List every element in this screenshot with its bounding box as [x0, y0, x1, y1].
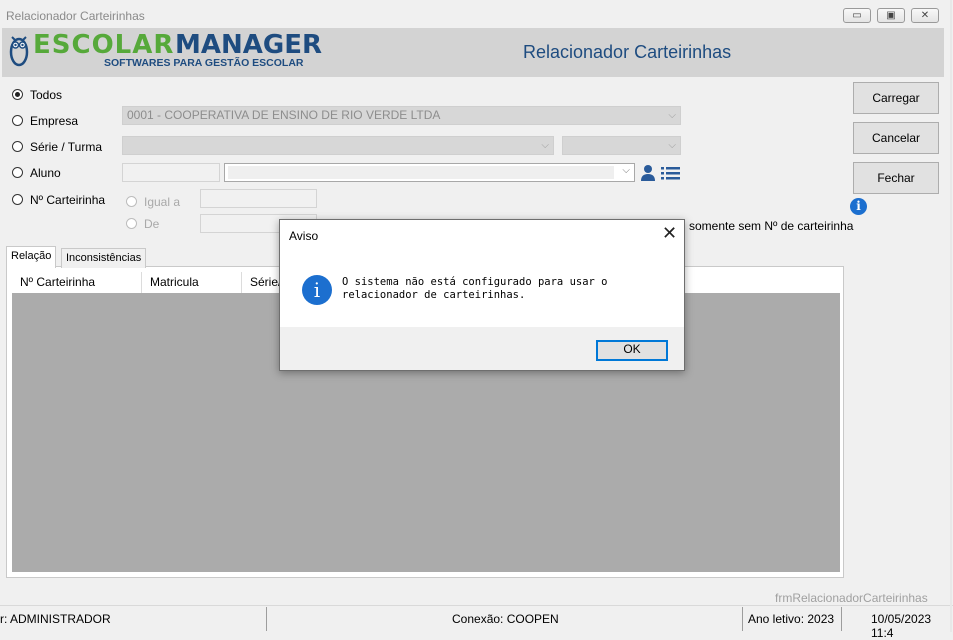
igual-a-input[interactable]	[200, 189, 317, 208]
radio-todos[interactable]	[12, 89, 23, 100]
radio-aluno-label: Aluno	[30, 166, 61, 180]
chevron-down-icon: ⌵	[622, 165, 630, 176]
radio-empresa[interactable]	[12, 115, 23, 126]
radio-de-label: De	[144, 217, 160, 231]
form-name-label: frmRelacionadorCarteirinhas	[775, 591, 928, 605]
column-matricula[interactable]: Matricula	[142, 272, 242, 293]
radio-serie-turma[interactable]	[12, 141, 23, 152]
chevron-down-icon: ⌵	[541, 140, 549, 151]
dialog-title: Aviso	[289, 229, 319, 243]
close-icon: ✕	[920, 9, 930, 21]
list-icon[interactable]	[661, 166, 680, 180]
maximize-icon: ▣	[886, 9, 896, 21]
aviso-dialog: Aviso ✕ i O sistema não está configurado…	[279, 219, 685, 371]
minimize-button[interactable]: ▭	[843, 8, 871, 23]
radio-n-carteirinha-label: Nº Carteirinha	[30, 193, 106, 207]
somente-sem-label: somente sem Nº de carteirinha	[689, 219, 854, 233]
logo-escolar-text: ESCOLAR	[33, 30, 175, 60]
radio-aluno[interactable]	[12, 167, 23, 178]
chevron-down-icon: ⌵	[668, 140, 676, 151]
maximize-button[interactable]: ▣	[877, 8, 905, 23]
window-titlebar: Relacionador Carteirinhas	[0, 0, 953, 28]
info-icon: i	[302, 275, 332, 305]
radio-igual-a-label: Igual a	[144, 195, 181, 209]
radio-todos-label: Todos	[30, 88, 63, 102]
radio-igual-a[interactable]	[126, 196, 137, 207]
form-title: Relacionador Carteirinhas	[523, 42, 732, 62]
status-separator	[266, 607, 267, 631]
logo-manager-text: MANAGER	[175, 30, 322, 60]
turma-select[interactable]: ⌵	[562, 136, 681, 155]
radio-n-carteirinha[interactable]	[12, 194, 23, 205]
tab-relacao[interactable]: Relação	[6, 246, 57, 268]
radio-empresa-label: Empresa	[30, 114, 79, 128]
dialog-message: O sistema não está configurado para usar…	[342, 276, 608, 301]
radio-serie-turma-label: Série / Turma	[30, 140, 103, 154]
status-ano-letivo: Ano letivo: 2023	[748, 612, 835, 626]
window-title: Relacionador Carteirinhas	[6, 9, 145, 23]
status-separator	[742, 607, 743, 631]
ok-button[interactable]: OK	[596, 340, 668, 361]
status-separator	[841, 607, 842, 631]
column-n-carteirinha[interactable]: Nº Carteirinha	[12, 272, 142, 293]
status-user: r: ADMINISTRADOR	[0, 612, 111, 626]
serie-select[interactable]: ⌵	[122, 136, 554, 155]
cancelar-button[interactable]: Cancelar	[853, 122, 939, 154]
close-window-button[interactable]: ✕	[911, 8, 939, 23]
aluno-select-field	[228, 166, 614, 179]
minimize-icon: ▭	[852, 9, 862, 21]
info-icon[interactable]: i	[850, 198, 867, 215]
radio-de[interactable]	[126, 218, 137, 229]
window-right-edge	[950, 0, 952, 632]
tab-inconsistencias[interactable]: Inconsistências	[61, 248, 147, 268]
user-search-icon[interactable]	[640, 164, 656, 182]
empresa-select-value: 0001 - COOPERATIVA DE ENSINO DE RIO VERD…	[127, 108, 441, 122]
aluno-code-input[interactable]	[122, 163, 220, 182]
dialog-close-icon[interactable]: ✕	[662, 224, 677, 242]
fechar-button[interactable]: Fechar	[853, 162, 939, 194]
status-datetime: 10/05/2023 11:4	[871, 612, 932, 640]
owl-logo-icon	[9, 36, 29, 67]
carregar-button[interactable]: Carregar	[853, 82, 939, 114]
aluno-select[interactable]: ⌵	[224, 163, 635, 182]
status-connection: Conexão: COOPEN	[452, 612, 559, 626]
chevron-down-icon: ⌵	[668, 110, 676, 121]
empresa-select[interactable]: 0001 - COOPERATIVA DE ENSINO DE RIO VERD…	[122, 106, 681, 125]
logo-tagline: SOFTWARES PARA GESTÃO ESCOLAR	[104, 57, 304, 69]
